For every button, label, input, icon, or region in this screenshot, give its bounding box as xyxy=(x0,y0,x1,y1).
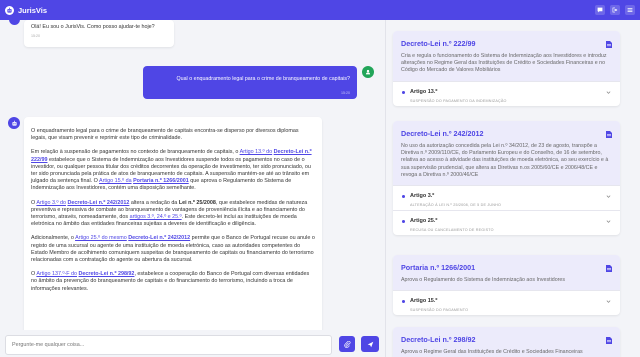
document-icon[interactable] xyxy=(606,265,612,272)
article-item[interactable]: Artigo 13.º SUSPENSÃO DO PAGAMENTO DA IN… xyxy=(393,80,620,106)
article-link[interactable]: artigos 3.º, 24.º e 25.º xyxy=(130,214,182,220)
chat-button[interactable] xyxy=(595,5,605,15)
article-link[interactable]: Artigo 25.º do mesmo xyxy=(75,235,127,241)
chevron-down-icon[interactable] xyxy=(606,299,611,304)
answer-paragraph: Em relação à suspensão de pagamentos no … xyxy=(31,149,315,192)
article-item[interactable]: Artigo 15.º SUSPENSÃO DO PAGAMENTO xyxy=(393,290,620,315)
article-description: SUSPENSÃO DO PAGAMENTO DA INDEMNIZAÇÃO xyxy=(410,98,507,103)
logout-button[interactable] xyxy=(610,5,620,15)
article-item[interactable]: Artigo 3.º ALTERAÇÃO À LEI N.º 25/2008, … xyxy=(393,185,620,210)
document-icon[interactable] xyxy=(606,41,612,48)
article-name: Artigo 15.º xyxy=(410,298,438,305)
user-avatar xyxy=(362,66,374,78)
article-description: ALTERAÇÃO À LEI N.º 25/2008, DE 5 DE JUN… xyxy=(410,203,502,208)
text: altera a redação da xyxy=(129,199,179,206)
article-link[interactable]: Artigo 137.º-F do xyxy=(36,271,77,277)
card-title[interactable]: Decreto-Lei n.º 222/99 xyxy=(401,39,612,48)
card-title[interactable]: Decreto-Lei n.º 298/92 xyxy=(401,335,612,344)
user-icon xyxy=(365,69,371,75)
message-text: Qual o enquadramento legal para o crime … xyxy=(176,76,350,82)
answer-paragraph: O Artigo 3.º do Decreto-Lei n.º 242/2012… xyxy=(31,200,315,229)
answer-paragraph: O enquadramento legal para o crime de br… xyxy=(31,128,299,142)
card-header[interactable]: Decreto-Lei n.º 242/2012 No uso da autor… xyxy=(393,121,620,186)
card-title[interactable]: Decreto-Lei n.º 242/2012 xyxy=(401,129,612,138)
legislation-card[interactable]: Decreto-Lei n.º 298/92 Aprova o Regime G… xyxy=(393,327,620,357)
article-link[interactable]: Artigo 3.º do xyxy=(36,200,66,206)
article-link[interactable]: Artigo 15.º da xyxy=(99,178,132,184)
article-name: Artigo 3.º xyxy=(410,193,435,200)
send-icon xyxy=(367,341,373,347)
article-name: Artigo 25.º xyxy=(410,218,438,225)
legislation-panel[interactable]: Decreto-Lei n.º 222/99 Cria e regula o f… xyxy=(386,20,640,357)
card-description: Cria e regula o funcionamento do Sistema… xyxy=(401,53,607,74)
article-description: SUSPENSÃO DO PAGAMENTO xyxy=(410,308,469,313)
menu-button[interactable] xyxy=(625,5,635,15)
jurisvis-logo-icon xyxy=(5,5,14,15)
card-header[interactable]: Decreto-Lei n.º 222/99 Cria e regula o f… xyxy=(393,31,620,81)
card-header[interactable]: Portaria n.º 1266/2001 Aprova o Regulame… xyxy=(393,255,620,291)
user-message: Qual o enquadramento legal para o crime … xyxy=(143,66,357,99)
card-title[interactable]: Portaria n.º 1266/2001 xyxy=(401,263,612,272)
menu-icon xyxy=(627,8,633,12)
legislation-card[interactable]: Decreto-Lei n.º 242/2012 No uso da autor… xyxy=(393,121,620,236)
app-title: JurisVis xyxy=(18,5,48,15)
decree-link[interactable]: Decreto-Lei n.º 298/92 xyxy=(79,271,135,277)
bullet xyxy=(402,300,405,304)
bullet xyxy=(402,90,405,94)
message-time: 15:20 xyxy=(341,91,350,95)
send-button[interactable] xyxy=(361,336,379,352)
card-description: Aprova o Regulamento do Sistema de Indem… xyxy=(401,277,566,283)
text: Adicionalmente, o xyxy=(31,235,76,242)
article-description: RECUSA OU CANCELAMENTO DE REGISTO xyxy=(410,228,494,233)
assistant-avatar xyxy=(9,20,20,25)
app-header: JurisVis xyxy=(0,0,640,20)
text: Em relação à suspensão de pagamentos no … xyxy=(31,149,240,156)
answer-paragraph: O Artigo 137.º-F do Decreto-Lei n.º 298/… xyxy=(31,271,315,293)
attach-button[interactable] xyxy=(339,336,355,352)
input-bar xyxy=(0,330,385,357)
chevron-down-icon[interactable] xyxy=(606,90,611,95)
law-reference: Lei n.º 25/2008 xyxy=(178,199,216,206)
attach-icon xyxy=(343,340,350,348)
chevron-down-icon[interactable] xyxy=(606,194,611,199)
card-description: No uso da autorização concedida pela Lei… xyxy=(401,143,609,178)
legislation-card[interactable]: Portaria n.º 1266/2001 Aprova o Regulame… xyxy=(393,255,620,316)
document-icon[interactable] xyxy=(606,337,612,344)
chat-area[interactable]: Olá! Eu sou o JurisVis. Como posso ajuda… xyxy=(0,20,385,357)
robot-icon xyxy=(11,120,17,126)
assistant-avatar xyxy=(8,117,20,129)
decree-link[interactable]: Decreto-Lei n.º 242/2012 xyxy=(67,200,129,206)
decree-link[interactable]: Decreto-Lei n.º 242/2012 xyxy=(128,235,190,241)
message-time: 15:20 xyxy=(31,34,40,38)
article-item[interactable]: Artigo 25.º RECUSA OU CANCELAMENTO DE RE… xyxy=(393,210,620,235)
article-name: Artigo 13.º xyxy=(410,88,438,95)
app-logo[interactable]: JurisVis xyxy=(5,5,48,15)
chevron-down-icon[interactable] xyxy=(606,219,611,224)
legislation-card[interactable]: Decreto-Lei n.º 222/99 Cria e regula o f… xyxy=(393,31,620,106)
logout-icon xyxy=(612,7,618,13)
decree-link[interactable]: Portaria n.º 1266/2001 xyxy=(133,178,189,184)
answer-paragraph: Adicionalmente, o Artigo 25.º do mesmo D… xyxy=(31,235,315,264)
assistant-answer-message: O enquadramento legal para o crime de br… xyxy=(24,117,322,357)
question-input[interactable] xyxy=(5,335,332,355)
document-icon[interactable] xyxy=(606,131,612,138)
card-header[interactable]: Decreto-Lei n.º 298/92 Aprova o Regime G… xyxy=(393,327,620,357)
card-description: Aprova o Regime Geral das Instituições d… xyxy=(401,349,583,355)
assistant-greeting-message: Olá! Eu sou o JurisVis. Como posso ajuda… xyxy=(24,20,174,47)
message-text: Olá! Eu sou o JurisVis. Como posso ajuda… xyxy=(31,24,155,30)
chat-icon xyxy=(597,7,603,13)
article-link[interactable]: Artigo 13.º do xyxy=(240,149,273,155)
bullet xyxy=(402,195,405,199)
bullet xyxy=(402,220,405,224)
